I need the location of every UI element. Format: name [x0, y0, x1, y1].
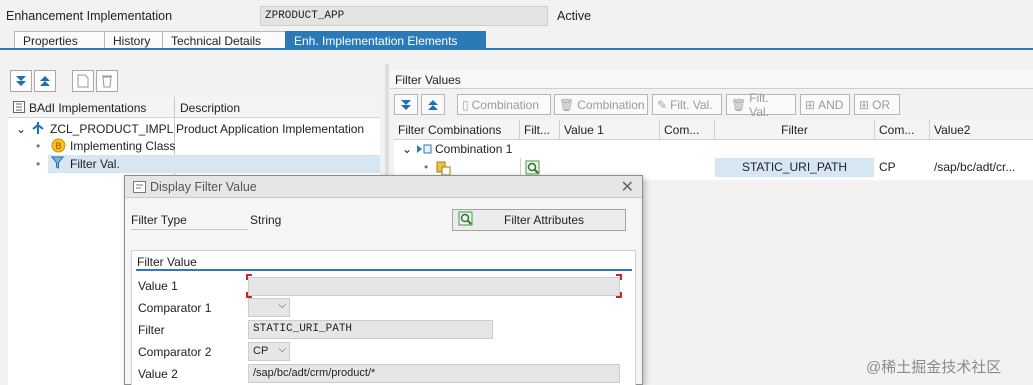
- class-icon: B: [51, 138, 66, 156]
- col-comparator-2[interactable]: Com...: [875, 120, 930, 140]
- tree-item-label: Implementing Class: [70, 139, 176, 153]
- chevron-down-icon: ⌵: [278, 344, 286, 355]
- table-row[interactable]: ⌄ Combination 1: [394, 140, 1033, 159]
- enhancement-implementation-label: Enhancement Implementation: [6, 9, 173, 23]
- comparator2-label: Comparator 2: [138, 345, 212, 359]
- tab-properties[interactable]: Properties: [14, 31, 105, 49]
- dialog-title: Display Filter Value: [150, 180, 257, 194]
- col-filter[interactable]: Filter: [715, 120, 875, 140]
- value2-field[interactable]: /sap/bc/adt/crm/product/*: [248, 364, 620, 383]
- grid-header: Filter Combinations Filt... Value 1 Com.…: [394, 120, 1033, 140]
- and-button[interactable]: ⊞ AND: [800, 94, 850, 115]
- status-label: Active: [557, 9, 592, 23]
- value1-field[interactable]: [248, 277, 620, 296]
- col-value-1[interactable]: Value 1: [560, 120, 660, 140]
- collapse-all-icon[interactable]: [421, 94, 445, 115]
- tree-icon: [13, 101, 25, 116]
- expand-all-icon[interactable]: [10, 70, 32, 92]
- delete-icon[interactable]: [96, 70, 118, 92]
- expand-all-icon[interactable]: [394, 94, 418, 115]
- group-title-line: [136, 269, 632, 271]
- new-document-icon: ▯: [462, 97, 469, 112]
- col-filt[interactable]: Filt...: [520, 120, 560, 140]
- filter-grid: Filter Combinations Filt... Value 1 Com.…: [394, 120, 1033, 180]
- change-filter-value-button[interactable]: ✎ Filt. Val.: [652, 94, 722, 115]
- chevron-down-icon: ⌵: [278, 300, 286, 311]
- filter-label: Filter: [138, 323, 165, 337]
- tree-item-label: ZCL_PRODUCT_IMPL: [50, 122, 174, 136]
- col-description[interactable]: Description: [180, 101, 240, 115]
- tree-item-description: Product Application Implementation: [176, 122, 365, 136]
- delete-filter-value-button[interactable]: 🗑 Filt. Val.: [726, 91, 796, 119]
- collapse-arrow-icon[interactable]: ⌄: [16, 122, 26, 136]
- and-icon: ⊞: [805, 97, 816, 112]
- tree-header: BAdI Implementations Description: [8, 97, 380, 118]
- filter-values-title: Filter Values: [390, 70, 1033, 89]
- filter-attributes-label: Filter Attributes: [504, 213, 585, 227]
- filter-toolbar: ▯ Combination 🗑 Combination ✎ Filt. Val.…: [394, 91, 1033, 119]
- col-badi-implementations[interactable]: BAdI Implementations: [29, 101, 146, 115]
- tabstrip: Properties History Technical Details Enh…: [0, 31, 1033, 49]
- display-icon: [133, 181, 146, 196]
- comparator1-label: Comparator 1: [138, 301, 212, 315]
- delete-icon: 🗑: [559, 97, 575, 112]
- delete-combination-button[interactable]: 🗑 Combination: [554, 94, 648, 115]
- implementation-icon: [32, 121, 44, 138]
- col-filter-combinations[interactable]: Filter Combinations: [394, 120, 520, 140]
- details-icon: [458, 211, 474, 230]
- tree-row-implementation[interactable]: ⌄ ZCL_PRODUCT_IMPL Product Application I…: [8, 120, 380, 138]
- tree-row-implementing-class[interactable]: • B Implementing Class: [8, 137, 380, 155]
- filter-field[interactable]: STATIC_URI_PATH: [248, 320, 493, 339]
- new-document-icon[interactable]: [72, 70, 94, 92]
- focus-corner: [616, 292, 622, 298]
- dialog-title-bar[interactable]: Display Filter Value ✕: [125, 176, 642, 198]
- value2-cell[interactable]: /sap/bc/adt/cr...: [930, 158, 1033, 177]
- filter-cell[interactable]: STATIC_URI_PATH: [715, 158, 874, 177]
- group-title: Filter Value: [137, 255, 197, 269]
- comparator2-select[interactable]: CP ⌵: [248, 342, 290, 361]
- filter-attributes-button[interactable]: Filter Attributes: [452, 209, 626, 231]
- display-filter-value-dialog: Display Filter Value ✕ Filter Type Strin…: [124, 175, 643, 385]
- value2-label: Value 2: [138, 367, 178, 381]
- bullet-icon: •: [36, 139, 41, 153]
- tree-row-filter-val[interactable]: Filter Val.: [48, 155, 380, 173]
- filter-icon: [50, 156, 65, 172]
- watermark: @稀土掘金技术社区: [866, 359, 1002, 376]
- bullet-icon: •: [36, 157, 41, 171]
- delete-icon: 🗑: [731, 97, 747, 112]
- col-comparator-1[interactable]: Com...: [660, 120, 715, 140]
- tree-item-label: Filter Val.: [70, 157, 120, 171]
- comparator-cell[interactable]: CP: [875, 158, 930, 177]
- or-button[interactable]: ⊞ OR: [854, 94, 900, 115]
- collapse-all-icon[interactable]: [34, 70, 56, 92]
- or-icon: ⊞: [859, 97, 870, 112]
- col-value-2[interactable]: Value2: [930, 120, 1033, 140]
- focus-corner: [616, 274, 622, 280]
- value1-label: Value 1: [138, 279, 178, 293]
- combination-label: Combination 1: [435, 142, 513, 156]
- label-underline: [131, 229, 248, 230]
- close-icon[interactable]: ✕: [621, 177, 634, 197]
- filter-type-label: Filter Type: [131, 213, 187, 227]
- edit-icon: ✎: [657, 97, 668, 112]
- comparator1-select[interactable]: ⌵: [248, 298, 290, 317]
- focus-corner: [246, 274, 252, 280]
- svg-text:B: B: [55, 142, 61, 152]
- enhancement-implementation-field: ZPRODUCT_APP: [260, 6, 548, 26]
- filter-type-value: String: [250, 213, 282, 227]
- tab-technical-details[interactable]: Technical Details: [162, 31, 286, 49]
- tab-underline: [0, 48, 1033, 50]
- tab-history[interactable]: History: [104, 31, 163, 49]
- create-combination-button[interactable]: ▯ Combination: [457, 94, 551, 115]
- tab-enh-implementation-elements[interactable]: Enh. Implementation Elements: [285, 31, 486, 49]
